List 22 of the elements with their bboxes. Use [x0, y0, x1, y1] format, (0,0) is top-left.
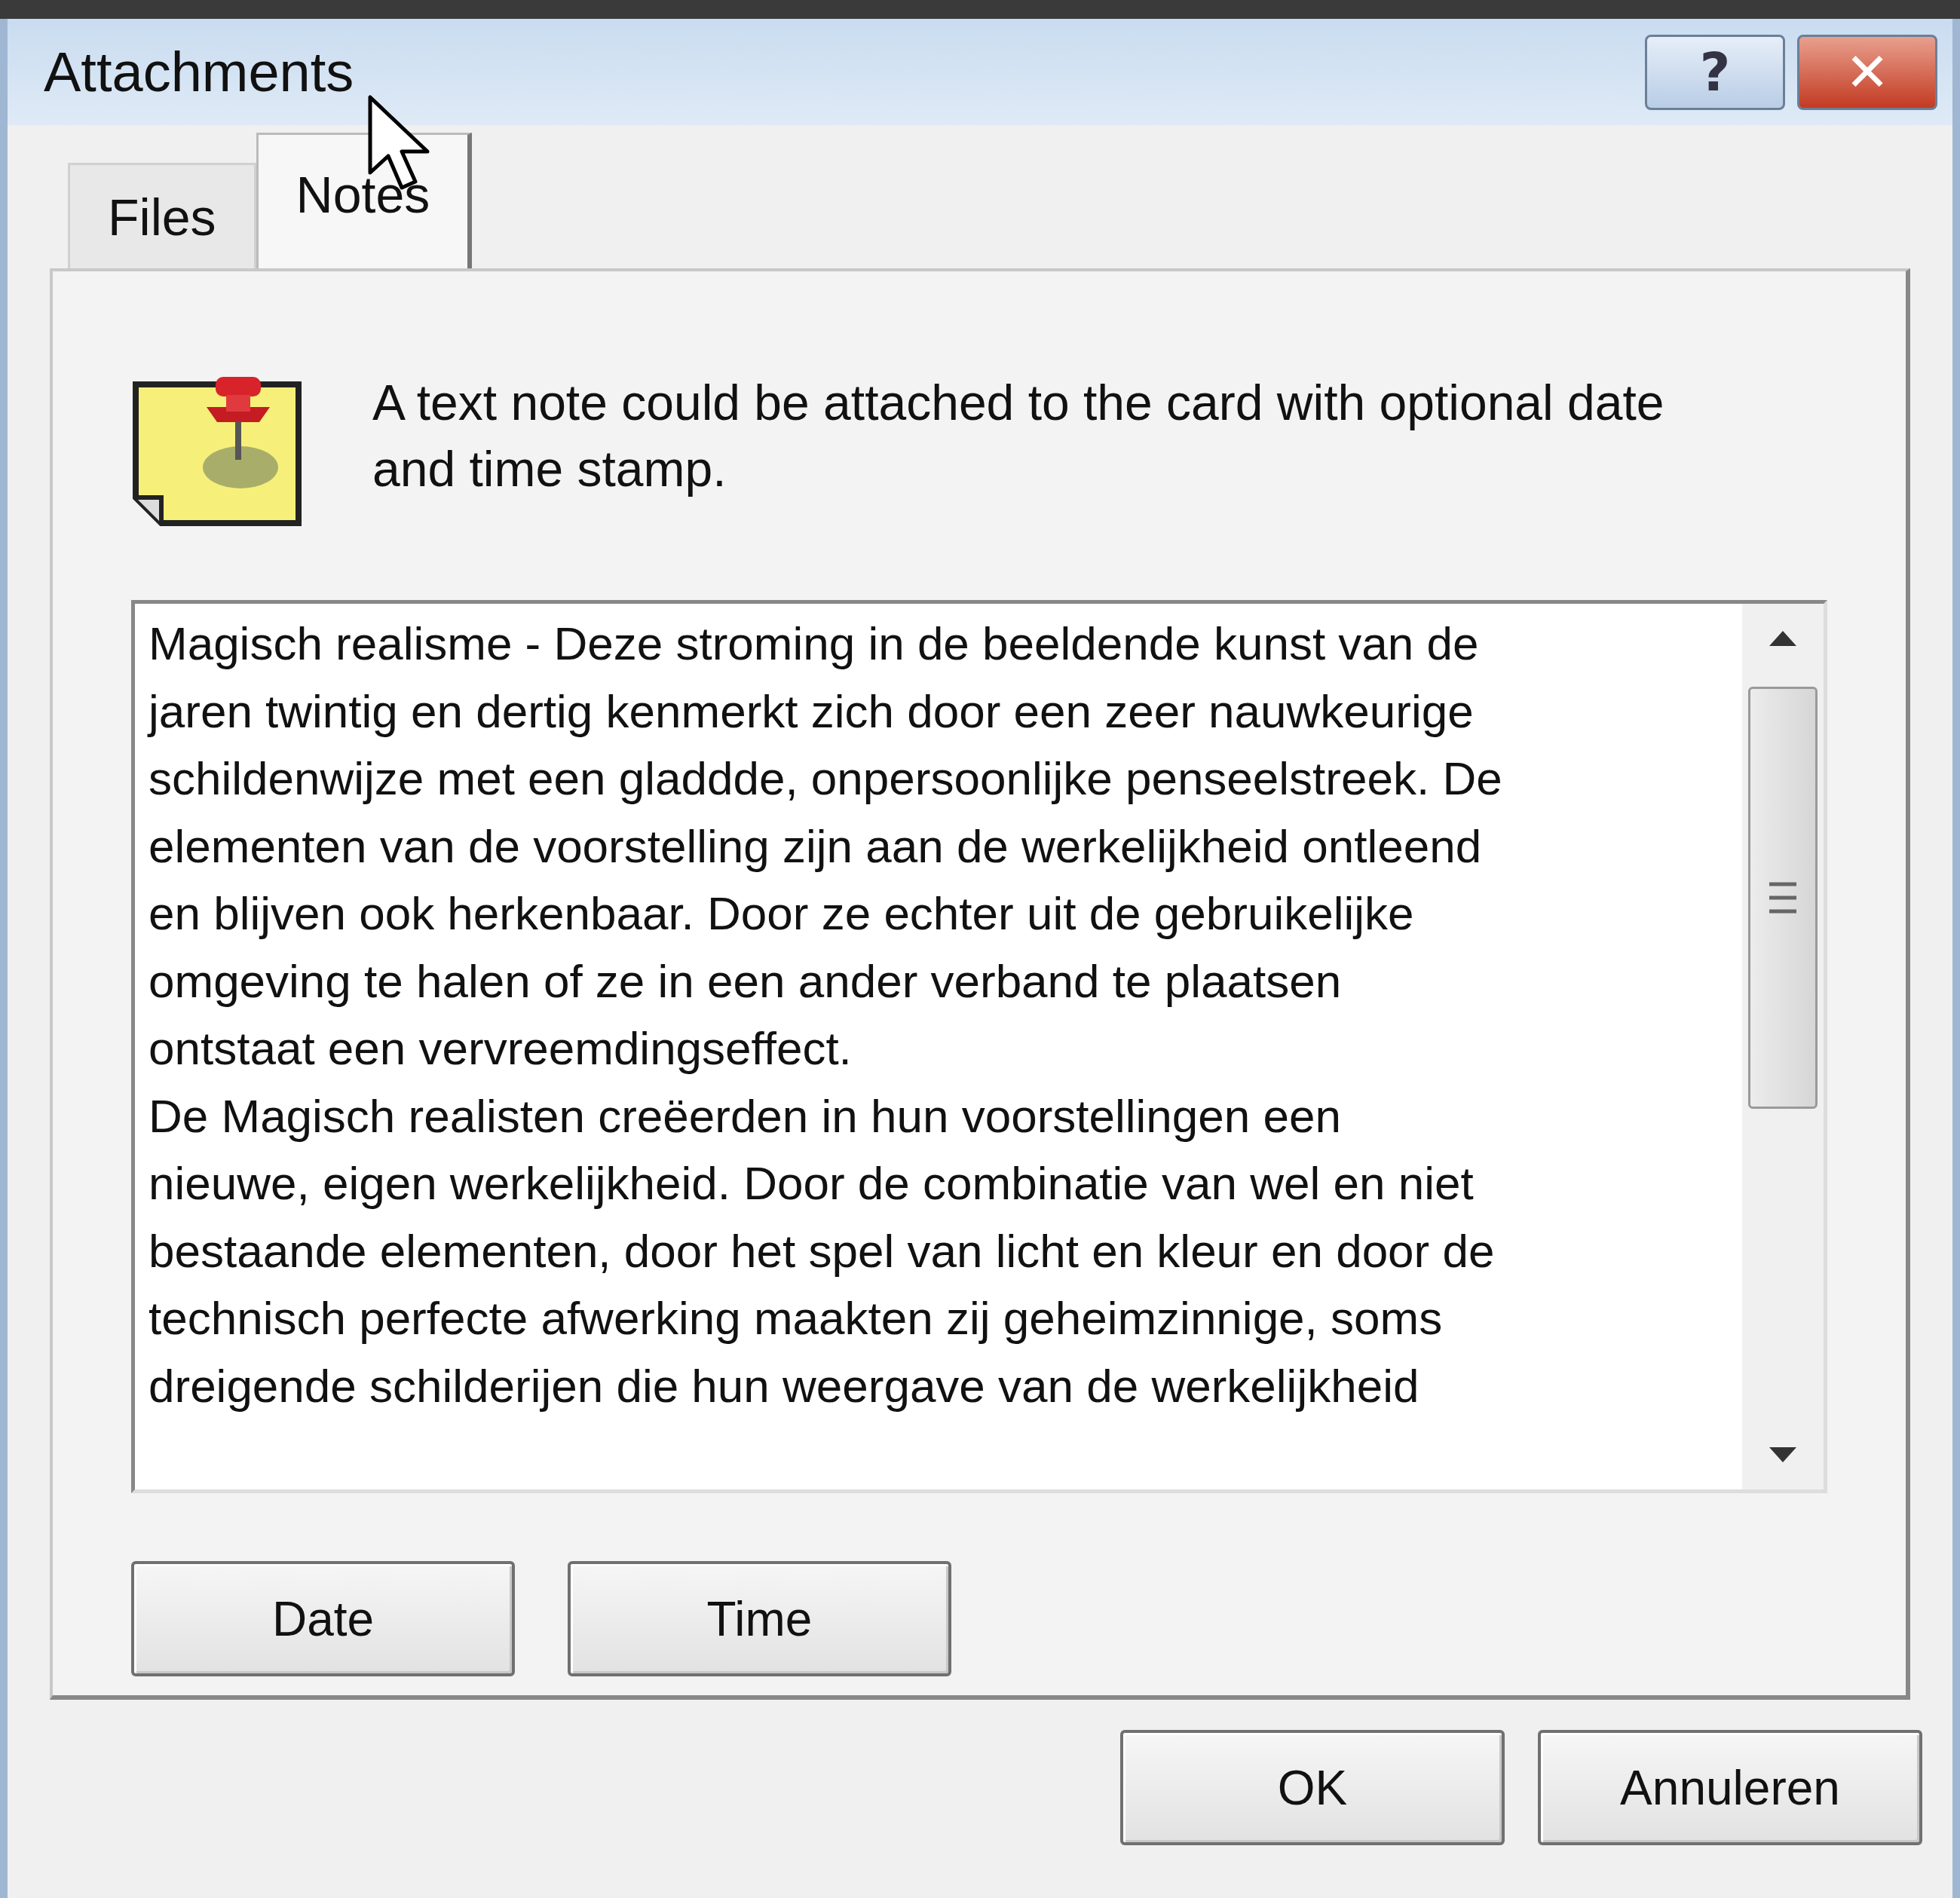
note-text-line: omgeving te halen of ze in een ander verband te plaatsen	[149, 954, 1343, 1009]
tab[interactable]: Files	[68, 163, 256, 268]
window-title: Attachments	[44, 40, 355, 104]
time-button[interactable]: Time	[568, 1561, 951, 1676]
ok-button[interactable]: OK	[1120, 1730, 1505, 1845]
description-text: A text note could be attached to the card with optional date and time stamp.	[372, 374, 1665, 498]
cancel-button[interactable]: Annuleren	[1538, 1730, 1922, 1845]
date-button[interactable]: Date	[131, 1561, 515, 1676]
note-text-area[interactable]	[131, 600, 1827, 1493]
note-text-line: technisch perfecte afwerking maakten zij geheimzinnige, soms	[149, 1291, 1444, 1345]
note-text-line: schildenwijze met een gladdde, onpersoonlijke penseelstreek. De	[149, 752, 1503, 806]
note-text-line: nieuwe, eigen werkelijkheid. Door de combinatie van wel en niet	[149, 1156, 1475, 1211]
note-text-line: bestaande elementen, door het spel van licht en kleur en door de	[149, 1223, 1496, 1278]
note-text-line: De Magisch realisten creëerden in hun voorstellingen een	[149, 1088, 1342, 1143]
scrollbar-thumb[interactable]	[1748, 687, 1818, 1109]
note-text-line: jaren twintig en dertig kenmerkt zich door een zeer nauwkeurige	[149, 684, 1475, 739]
note-text-line: en blijven ook herkenbaar. Door ze echter uit de gebruikelijke	[149, 886, 1415, 941]
note-text-line: dreigende schilderijen die hun weergave van de werkelijkheid	[149, 1358, 1420, 1413]
help-button[interactable]: ?	[1645, 34, 1785, 110]
note-text-line: ontstaat een vervreemdingseffect.	[149, 1021, 853, 1076]
note-text-line: Magisch realisme - Deze stroming in de beeldende kunst van de	[149, 617, 1480, 671]
note-text-line: elementen van de voorstelling zijn aan de werkelijkheid ontleend	[149, 819, 1483, 874]
